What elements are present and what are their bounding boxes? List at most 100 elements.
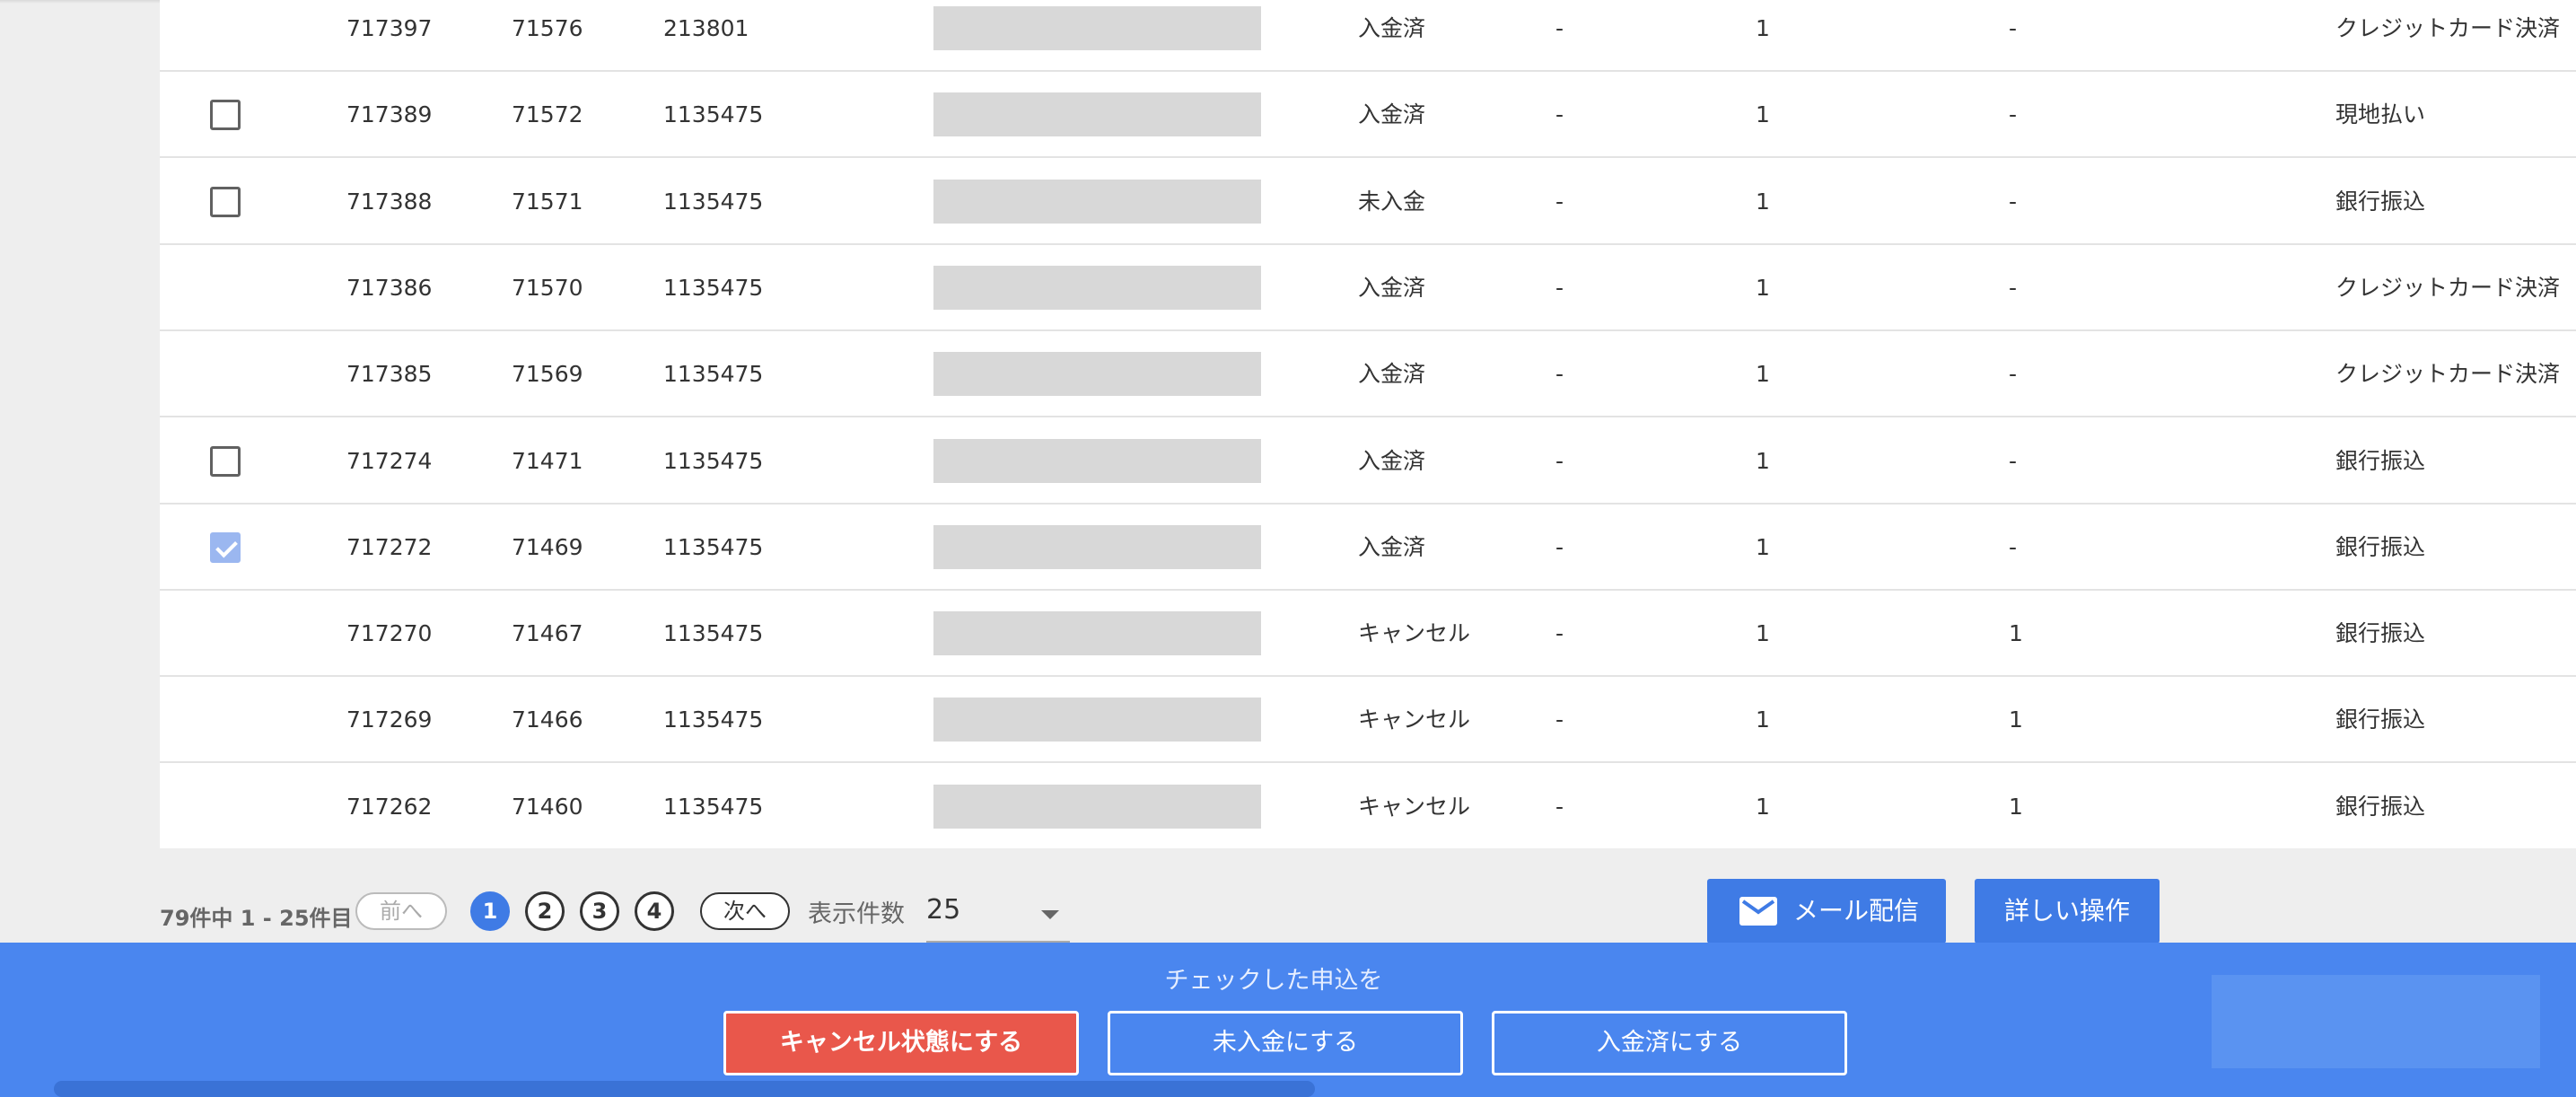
application-id-cell: 717272: [346, 534, 433, 560]
redacted-name-cell: [933, 352, 1261, 396]
quantity-cell: 1: [1756, 534, 1770, 560]
detailed-operations-button[interactable]: 詳しい操作: [1975, 879, 2160, 943]
quantity-cell: 1: [1756, 101, 1770, 127]
payment-method-cell: クレジットカード決済: [2335, 361, 2561, 387]
user-id-cell: 1135475: [663, 101, 764, 127]
payment-method-cell: 銀行振込: [2335, 448, 2426, 474]
quantity-cell: 1: [1756, 448, 1770, 474]
user-id-cell: 1135475: [663, 361, 764, 387]
application-no-cell: 71471: [512, 448, 583, 474]
quantity-cell: 1: [1756, 15, 1770, 41]
application-id-cell: 717386: [346, 275, 433, 301]
payment-method-cell: クレジットカード決済: [2335, 275, 2561, 301]
mail-icon: [1739, 897, 1777, 926]
application-no-cell: 71569: [512, 361, 583, 387]
value-cell: -: [1555, 620, 1564, 646]
payment-status-cell: 入金済: [1358, 361, 1426, 387]
page: 717397 71576 213801 入金済 -1- クレジットカード決済 717389 7…: [0, 0, 2576, 1097]
payment-method-cell: 銀行振込: [2335, 534, 2426, 560]
application-no-cell: 71570: [512, 275, 583, 301]
payment-method-cell: 銀行振込: [2335, 706, 2426, 733]
table-row: 717270 71467 1135475 キャンセル - 1 1 銀行振込: [160, 591, 2576, 677]
payment-status-cell: 入金済: [1358, 275, 1426, 301]
value-cell: -: [2009, 15, 2018, 41]
quantity-cell: 1: [1756, 620, 1770, 646]
set-paid-button[interactable]: 入金済にする: [1492, 1011, 1847, 1075]
value-cell: -: [1555, 189, 1564, 215]
application-no-cell: 71571: [512, 189, 583, 215]
value-cell: -: [1555, 101, 1564, 127]
table-row: 717389 71572 1135475 入金済 - 1 - 現地払い: [160, 72, 2576, 158]
result-count: 79件中 1 - 25件目: [160, 906, 353, 931]
application-id-cell: 717269: [346, 706, 433, 733]
table-row: 717397 71576 213801 入金済 - 1 - クレジットカード決済: [160, 0, 2576, 72]
value-cell: -: [1555, 794, 1564, 820]
application-id-cell: 717397: [346, 15, 433, 41]
quantity-cell: 1: [1756, 706, 1770, 733]
redacted-name-cell: [933, 525, 1261, 569]
horizontal-scrollbar[interactable]: [54, 1081, 1315, 1097]
page-3-button[interactable]: 3: [580, 891, 619, 931]
application-id-cell: 717270: [346, 620, 433, 646]
user-id-cell: 1135475: [663, 794, 764, 820]
table-row: 717388 71571 1135475 未入金 - 1 - 銀行振込: [160, 159, 2576, 245]
bulk-action-bar: チェックした申込を キャンセル状態にする 未入金にする 入金済にする: [0, 943, 2576, 1097]
per-page-select[interactable]: 25: [926, 885, 1070, 943]
payment-status-cell: キャンセル: [1358, 794, 1471, 820]
payment-method-cell: 銀行振込: [2335, 189, 2426, 215]
prev-page-button[interactable]: 前へ: [355, 892, 447, 930]
application-no-cell: 71467: [512, 620, 583, 646]
application-no-cell: 71460: [512, 794, 583, 820]
payment-method-cell: 現地払い: [2335, 101, 2426, 127]
page-2-button[interactable]: 2: [525, 891, 565, 931]
payment-status-cell: 入金済: [1358, 448, 1426, 474]
payment-status-cell: 入金済: [1358, 534, 1426, 560]
row-checkbox[interactable]: [210, 100, 241, 130]
table-row: 717272 71469 1135475 入金済 - 1 - 銀行振込: [160, 505, 2576, 591]
set-cancelled-button[interactable]: キャンセル状態にする: [723, 1011, 1079, 1075]
per-page-label: 表示件数: [808, 900, 905, 928]
payment-status-cell: キャンセル: [1358, 706, 1471, 733]
applications-table: 717397 71576 213801 入金済 -1- クレジットカード決済 717389 7…: [160, 0, 2576, 848]
user-id-cell: 1135475: [663, 706, 764, 733]
table-row: 717262 71460 1135475 キャンセル - 1 1 銀行振込: [160, 764, 2576, 850]
quantity-cell: 1: [1756, 794, 1770, 820]
table-row: 717274 71471 1135475 入金済 - 1 - 銀行振込: [160, 418, 2576, 505]
user-id-cell: 1135475: [663, 189, 764, 215]
payment-method-cell: 銀行振込: [2335, 620, 2426, 646]
quantity-cell: 1: [1756, 361, 1770, 387]
value-cell: -: [1555, 361, 1564, 387]
set-unpaid-button[interactable]: 未入金にする: [1108, 1011, 1463, 1075]
user-id-cell: 213801: [663, 15, 749, 41]
page-4-button[interactable]: 4: [635, 891, 674, 931]
mail-delivery-button[interactable]: メール配信: [1707, 879, 1946, 943]
redacted-name-cell: [933, 785, 1261, 829]
row-checkbox[interactable]: [210, 446, 241, 477]
value-cell: -: [2009, 275, 2018, 301]
application-no-cell: 71469: [512, 534, 583, 560]
value-cell: 1: [2009, 794, 2023, 820]
value-cell: -: [1555, 534, 1564, 560]
quantity-cell: 1: [1756, 275, 1770, 301]
value-cell: -: [1555, 448, 1564, 474]
table-row: 717385 71569 1135475 入金済 - 1 - クレジットカード決済: [160, 331, 2576, 417]
per-page-value: 25: [926, 894, 961, 926]
application-no-cell: 71576: [512, 15, 583, 41]
user-id-cell: 1135475: [663, 275, 764, 301]
application-no-cell: 71466: [512, 706, 583, 733]
value-cell: -: [2009, 101, 2018, 127]
row-checkbox[interactable]: [210, 187, 241, 217]
redacted-name-cell: [933, 92, 1261, 136]
redacted-name-cell: [933, 611, 1261, 655]
application-id-cell: 717262: [346, 794, 433, 820]
user-id-cell: 1135475: [663, 620, 764, 646]
value-cell: -: [1555, 706, 1564, 733]
user-id-cell: 1135475: [663, 534, 764, 560]
payment-status-cell: 入金済: [1358, 101, 1426, 127]
row-checkbox[interactable]: [210, 532, 241, 563]
redacted-name-cell: [933, 266, 1261, 310]
page-1-button[interactable]: 1: [470, 891, 510, 931]
application-id-cell: 717274: [346, 448, 433, 474]
redacted-name-cell: [933, 698, 1261, 742]
next-page-button[interactable]: 次へ: [700, 892, 790, 930]
